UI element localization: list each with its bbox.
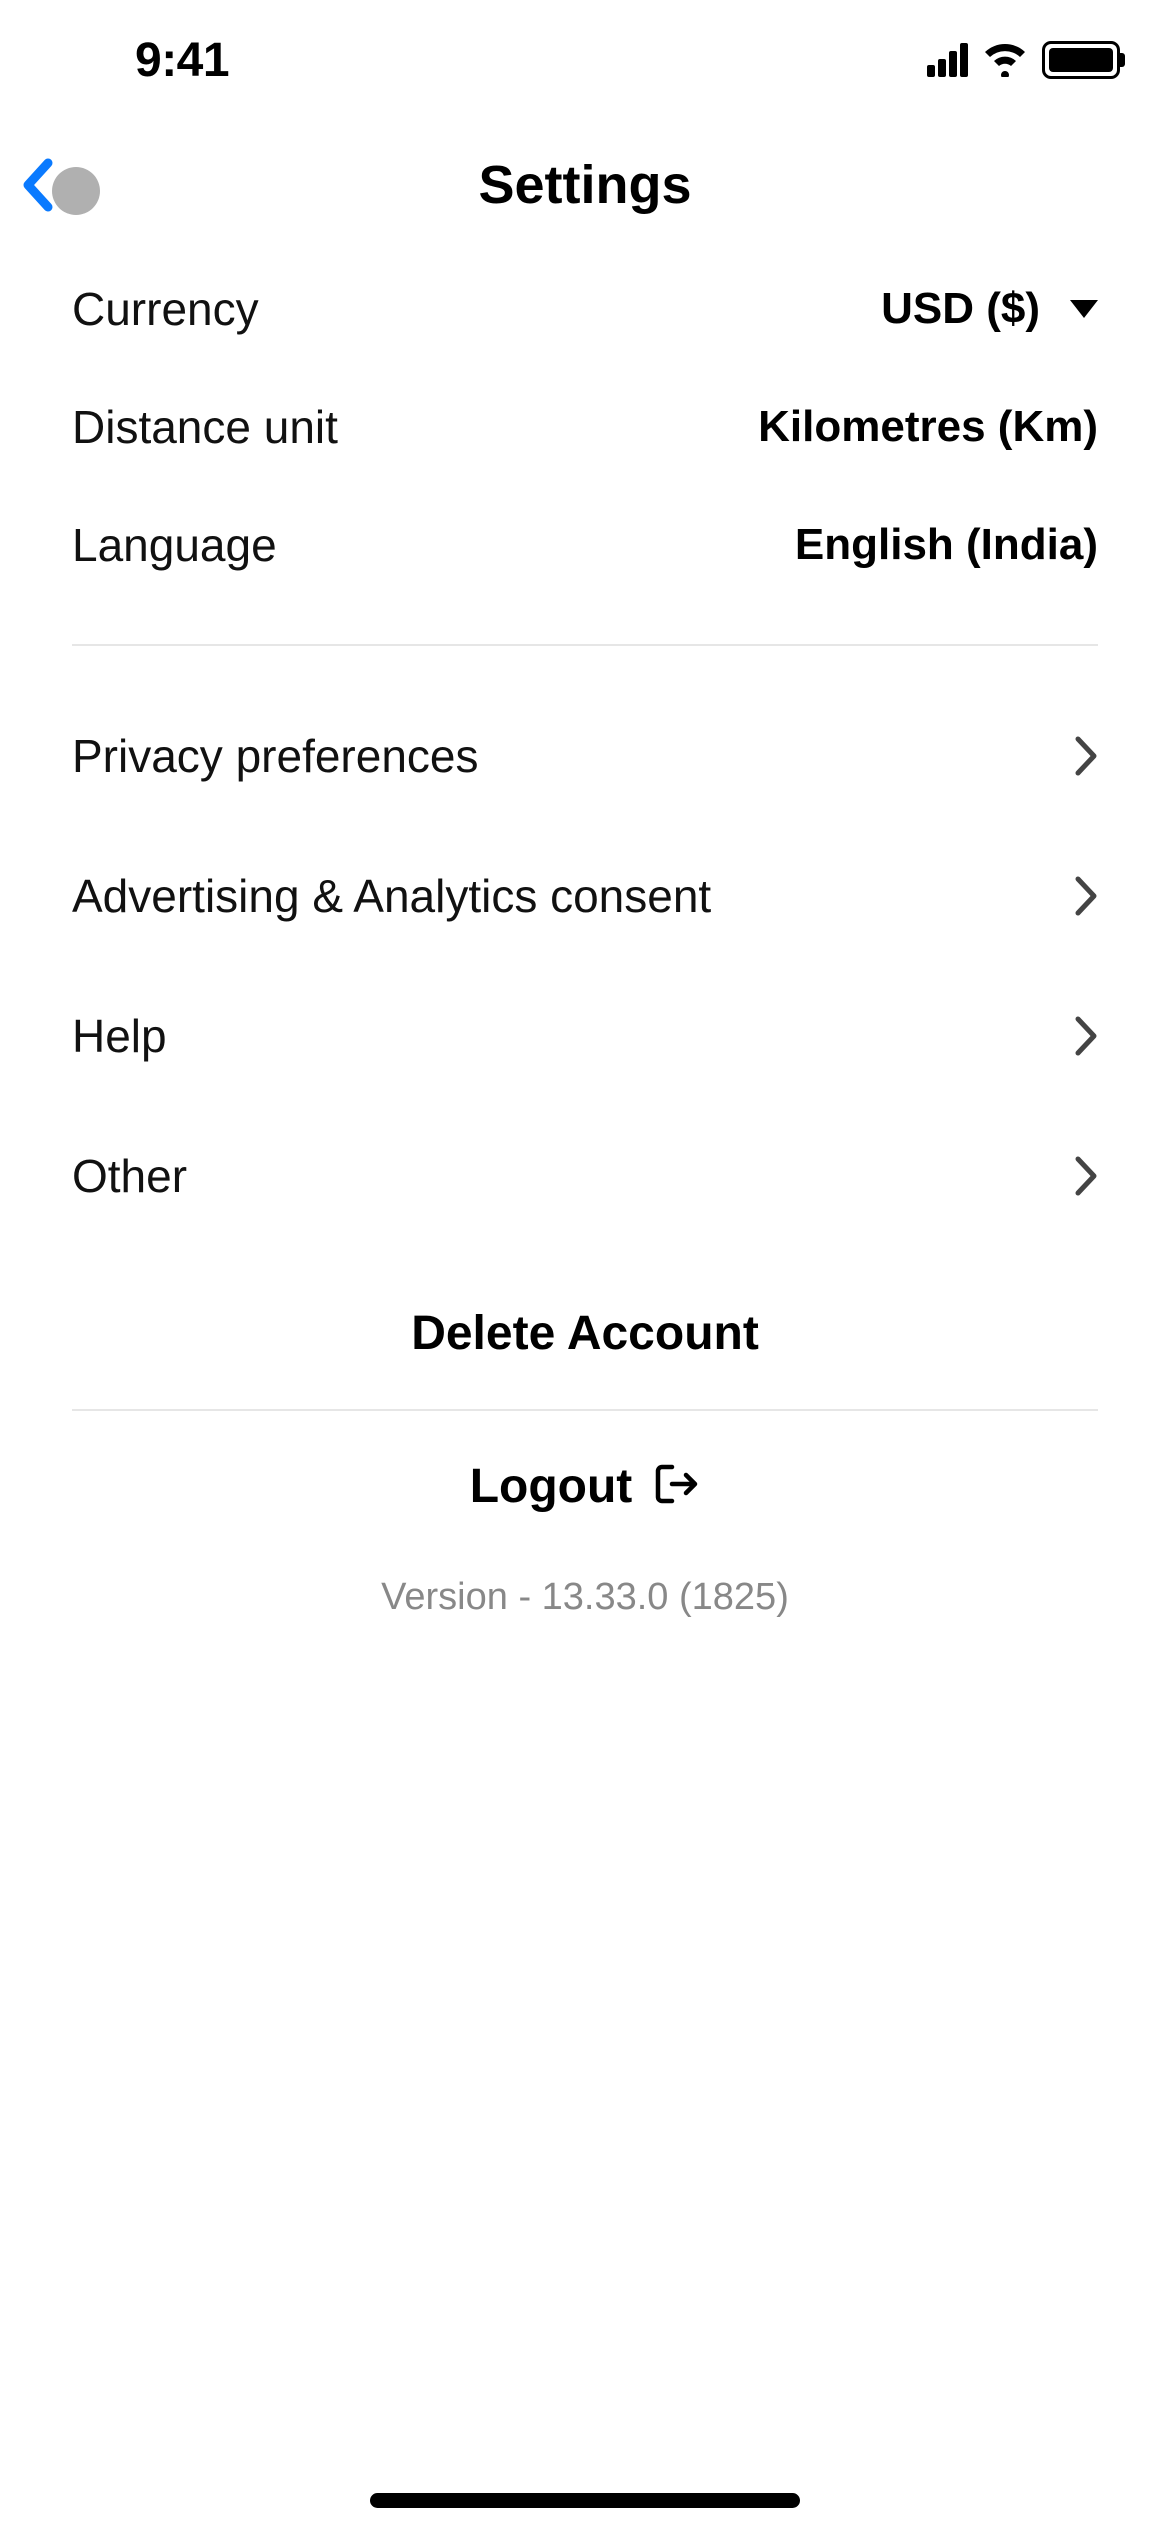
currency-row[interactable]: Currency USD ($): [72, 250, 1098, 368]
privacy-preferences-row[interactable]: Privacy preferences: [72, 686, 1098, 826]
distance-unit-row[interactable]: Distance unit Kilometres (Km): [72, 368, 1098, 486]
other-label: Other: [72, 1149, 187, 1203]
advertising-label: Advertising & Analytics consent: [72, 869, 711, 923]
chevron-right-icon: [1074, 735, 1098, 777]
version-label: Version - 13.33.0 (1825): [72, 1544, 1098, 1651]
other-row[interactable]: Other: [72, 1106, 1098, 1246]
cellular-signal-icon: [927, 43, 968, 77]
dropdown-caret-icon: [1070, 300, 1098, 318]
privacy-label: Privacy preferences: [72, 729, 479, 783]
back-button[interactable]: [18, 145, 98, 225]
currency-value: USD ($): [881, 284, 1040, 334]
delete-account-button[interactable]: Delete Account: [72, 1246, 1098, 1409]
battery-icon: [1042, 41, 1120, 79]
chevron-right-icon: [1074, 875, 1098, 917]
delete-account-label: Delete Account: [411, 1307, 759, 1360]
status-bar: 9:41: [0, 0, 1170, 120]
help-label: Help: [72, 1009, 167, 1063]
language-row[interactable]: Language English (India): [72, 486, 1098, 604]
language-label: Language: [72, 518, 277, 572]
help-row[interactable]: Help: [72, 966, 1098, 1106]
chevron-right-icon: [1074, 1015, 1098, 1057]
language-value: English (India): [795, 520, 1098, 570]
wifi-icon: [982, 43, 1028, 77]
nav-bar: Settings: [0, 120, 1170, 250]
logout-button[interactable]: Logout: [72, 1411, 1098, 1544]
status-icons: [927, 41, 1120, 79]
status-time: 9:41: [135, 33, 229, 88]
chevron-right-icon: [1074, 1155, 1098, 1197]
currency-label: Currency: [72, 282, 259, 336]
distance-label: Distance unit: [72, 400, 338, 454]
distance-value: Kilometres (Km): [758, 402, 1098, 452]
divider: [72, 644, 1098, 646]
back-dot-icon: [52, 167, 100, 215]
logout-icon: [654, 1461, 700, 1512]
home-indicator[interactable]: [370, 2493, 800, 2508]
page-title: Settings: [478, 154, 691, 216]
advertising-consent-row[interactable]: Advertising & Analytics consent: [72, 826, 1098, 966]
logout-label: Logout: [470, 1459, 633, 1514]
